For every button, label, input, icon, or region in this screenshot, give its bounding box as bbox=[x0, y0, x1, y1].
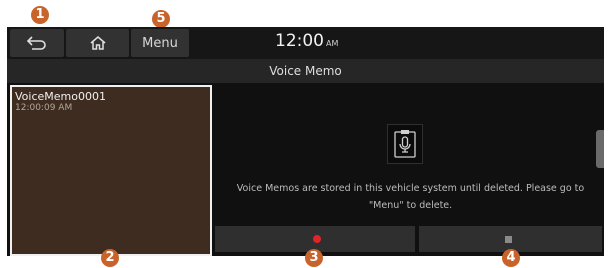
back-button[interactable] bbox=[10, 29, 64, 57]
stop-icon bbox=[505, 236, 512, 243]
status-bar: Menu 12:00 AM bbox=[7, 27, 604, 59]
memo-list[interactable]: VoiceMemo0001 12:00:09 AM bbox=[10, 85, 212, 256]
callout-4: 4 bbox=[502, 249, 520, 267]
infotainment-screen: Menu 12:00 AM Voice Memo VoiceMemo0001 12… bbox=[7, 27, 604, 256]
callout-2: 2 bbox=[101, 249, 119, 267]
back-arrow-icon bbox=[26, 36, 46, 50]
page-title: Voice Memo bbox=[7, 59, 604, 83]
clock-ampm: AM bbox=[326, 39, 339, 48]
side-panel-handle[interactable] bbox=[596, 130, 604, 168]
callout-1: 1 bbox=[31, 6, 49, 24]
record-icon bbox=[313, 235, 321, 243]
callout-3: 3 bbox=[305, 249, 323, 267]
voice-memo-mic-icon bbox=[387, 124, 423, 164]
callout-5: 5 bbox=[152, 10, 170, 28]
info-text: Voice Memos are stored in this vehicle s… bbox=[236, 183, 585, 211]
home-button[interactable] bbox=[66, 29, 129, 57]
menu-button[interactable]: Menu bbox=[131, 29, 189, 57]
home-icon bbox=[90, 36, 105, 50]
clock-time: 12:00 bbox=[275, 31, 324, 51]
memo-item-time: 12:00:09 AM bbox=[15, 103, 73, 113]
clock: 12:00 AM bbox=[275, 31, 338, 51]
memo-item-name[interactable]: VoiceMemo0001 bbox=[15, 90, 106, 103]
